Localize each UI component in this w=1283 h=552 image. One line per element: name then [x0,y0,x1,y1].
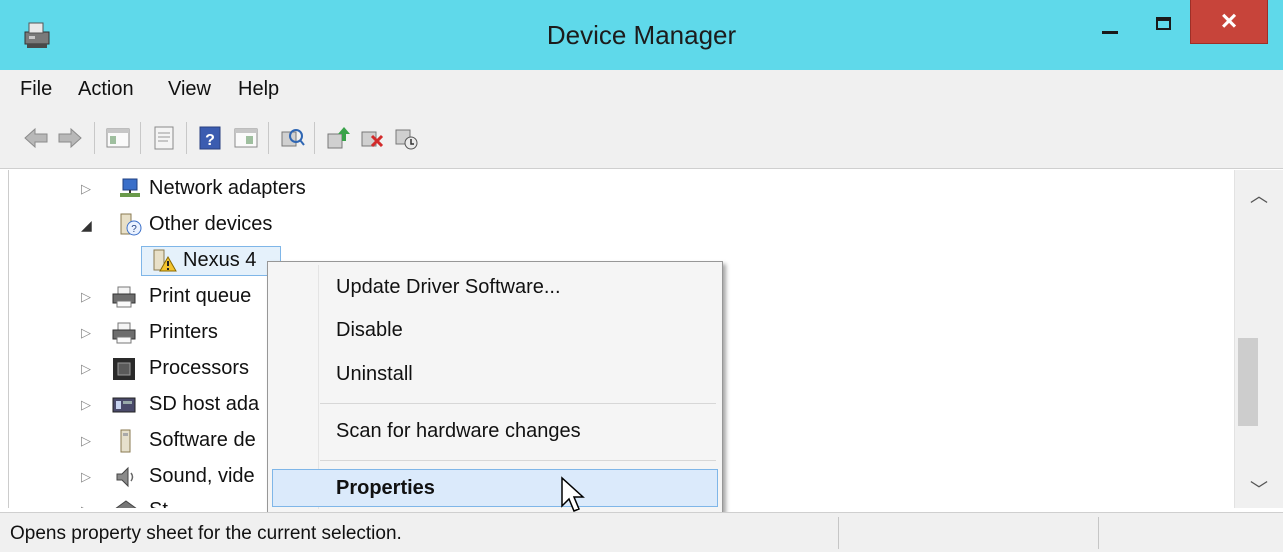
maximize-icon [1156,17,1171,30]
vertical-scrollbar[interactable]: ︿ ﹀ [1234,170,1283,508]
tree-item-label: Print queue [149,285,252,307]
print-queue-icon [112,286,136,308]
expand-arrow-icon[interactable]: ▷ [81,289,91,305]
tree-item-label: SD host ada [149,393,260,415]
toolbar-separator [140,122,141,154]
expand-arrow-icon[interactable]: ▷ [81,361,91,377]
sound-icon [116,466,134,488]
storage-icon [115,500,137,508]
tree-item-other-devices[interactable]: ◢ ? Other devices [9,209,1235,241]
mouse-pointer-icon [561,476,585,512]
context-menu-separator [320,403,716,404]
enable-device-icon[interactable] [392,124,420,152]
menu-item-uninstall[interactable]: Uninstall [336,363,413,386]
scan-hardware-icon[interactable] [278,124,306,152]
expand-arrow-icon[interactable]: ▷ [81,325,91,341]
scroll-up-icon[interactable]: ︿ [1250,182,1268,208]
minimize-button[interactable] [1084,0,1138,46]
toolbar: ? [0,110,1283,169]
close-button[interactable]: × [1190,0,1268,44]
tree-item-label: St [149,499,168,508]
toolbar-separator [186,122,187,154]
status-text: Opens property sheet for the current sel… [10,523,402,544]
context-menu-separator [320,460,716,461]
scrollbar-thumb[interactable] [1238,338,1258,426]
menu-item-properties[interactable]: Properties [336,477,435,500]
collapse-arrow-icon[interactable]: ◢ [81,217,92,234]
menu-view[interactable]: View [168,78,211,101]
tree-item-label: Nexus 4 [183,249,257,271]
menu-file[interactable]: File [20,78,52,101]
software-device-icon [120,429,131,453]
tree-item-label: Software de [149,429,256,451]
tree-item-label: Sound, vide [149,465,255,487]
context-menu: Update Driver Software... Disable Uninst… [267,261,723,513]
toolbar-separator [268,122,269,154]
properties-icon[interactable] [150,124,178,152]
tree-item-network-adapters[interactable]: ▷ Network adapters [9,173,1235,205]
tree-item-label: Other devices [149,213,273,235]
forward-arrow-icon[interactable] [56,124,84,152]
expand-arrow-icon[interactable]: ▷ [81,503,91,508]
svg-text:?: ? [131,224,137,235]
toolbar-separator [314,122,315,154]
menu-help[interactable]: Help [238,78,279,101]
show-hide-console-tree-icon[interactable] [104,124,132,152]
tree-item-label: Processors [149,357,250,379]
processor-icon [113,358,135,380]
uninstall-icon[interactable] [358,124,386,152]
update-driver-icon[interactable] [324,124,352,152]
close-icon: × [1220,5,1238,36]
status-pane-divider [1098,517,1099,549]
title-bar[interactable]: Device Manager × [0,0,1283,70]
other-devices-icon: ? [120,213,142,236]
sd-host-icon [112,397,136,413]
device-manager-window: Device Manager × File Action View Help ? [0,0,1283,552]
menu-item-disable[interactable]: Disable [336,319,403,342]
back-arrow-icon[interactable] [22,124,50,152]
expand-arrow-icon[interactable]: ▷ [81,397,91,413]
printer-icon [112,322,136,344]
status-pane-divider [838,517,839,549]
scroll-down-icon[interactable]: ﹀ [1250,476,1268,502]
tree-item-label: Printers [149,321,218,343]
tree-item-label: Network adapters [149,177,306,199]
menu-item-scan-hardware[interactable]: Scan for hardware changes [336,420,581,443]
toolbar-separator [94,122,95,154]
action-pane-icon[interactable] [232,124,260,152]
expand-arrow-icon[interactable]: ▷ [81,181,91,197]
help-icon[interactable]: ? [196,124,224,152]
expand-arrow-icon[interactable]: ▷ [81,469,91,485]
menu-action[interactable]: Action [78,78,134,101]
menu-bar: File Action View Help [0,70,1283,110]
expand-arrow-icon[interactable]: ▷ [81,433,91,449]
minimize-icon [1102,31,1118,34]
warning-device-icon [153,249,177,272]
menu-item-update-driver[interactable]: Update Driver Software... [336,276,561,299]
network-adapter-icon [120,178,140,197]
svg-text:?: ? [205,132,215,149]
status-bar: Opens property sheet for the current sel… [0,512,1283,552]
maximize-button[interactable] [1138,0,1192,46]
